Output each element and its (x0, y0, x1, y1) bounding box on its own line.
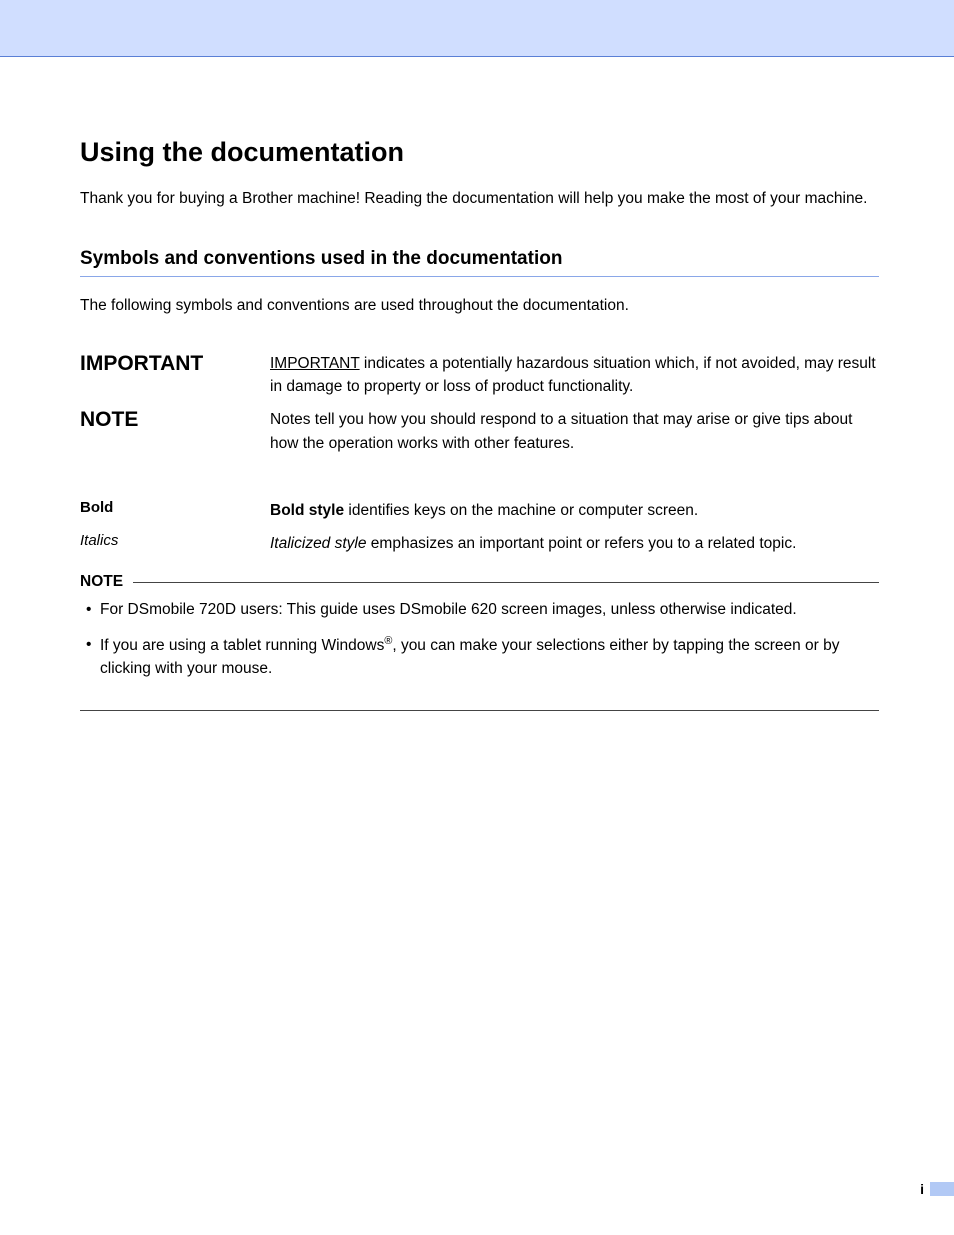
header-band (0, 0, 954, 57)
label-note: NOTE (80, 408, 270, 432)
note-box-bottom-rule (80, 710, 879, 711)
page-number-value: i (920, 1181, 924, 1197)
desc-italics-rest: emphasizes an important point or refers … (366, 535, 796, 552)
page-content: Using the documentation Thank you for bu… (0, 57, 954, 711)
desc-italics: Italicized style emphasizes an important… (270, 532, 879, 555)
desc-italics-lead: Italicized style (270, 535, 366, 552)
note-box-header: NOTE (80, 573, 879, 591)
page-title: Using the documentation (80, 137, 879, 168)
page-number-bar (930, 1182, 954, 1196)
desc-bold-lead: Bold style (270, 502, 344, 519)
desc-note: Notes tell you how you should respond to… (270, 408, 879, 455)
note-box-list: For DSmobile 720D users: This guide uses… (80, 591, 879, 710)
row-bold: Bold Bold style identifies keys on the m… (80, 499, 879, 522)
conventions-intro: The following symbols and conventions ar… (80, 295, 879, 317)
note-item-2a: If you are using a tablet running Window… (100, 637, 384, 654)
desc-bold-rest: identifies keys on the machine or comput… (344, 502, 698, 519)
section-heading: Symbols and conventions used in the docu… (80, 248, 879, 277)
label-important: IMPORTANT (80, 352, 270, 376)
note-box-rule (133, 582, 879, 583)
note-box-title: NOTE (80, 573, 123, 591)
row-note: NOTE Notes tell you how you should respo… (80, 408, 879, 455)
desc-important-rest: indicates a potentially hazardous situat… (270, 355, 876, 395)
note-item-2: If you are using a tablet running Window… (80, 634, 879, 680)
desc-important-lead: IMPORTANT (270, 355, 360, 372)
note-item-1: For DSmobile 720D users: This guide uses… (80, 599, 879, 621)
conventions-table: IMPORTANT IMPORTANT indicates a potentia… (80, 352, 879, 556)
page-number: i (920, 1181, 954, 1197)
intro-paragraph: Thank you for buying a Brother machine! … (80, 188, 879, 210)
note-box: NOTE For DSmobile 720D users: This guide… (80, 573, 879, 711)
label-italics: Italics (80, 532, 270, 549)
label-bold: Bold (80, 499, 270, 516)
row-italics: Italics Italicized style emphasizes an i… (80, 532, 879, 555)
row-important: IMPORTANT IMPORTANT indicates a potentia… (80, 352, 879, 399)
desc-important: IMPORTANT indicates a potentially hazard… (270, 352, 879, 399)
desc-bold: Bold style identifies keys on the machin… (270, 499, 879, 522)
